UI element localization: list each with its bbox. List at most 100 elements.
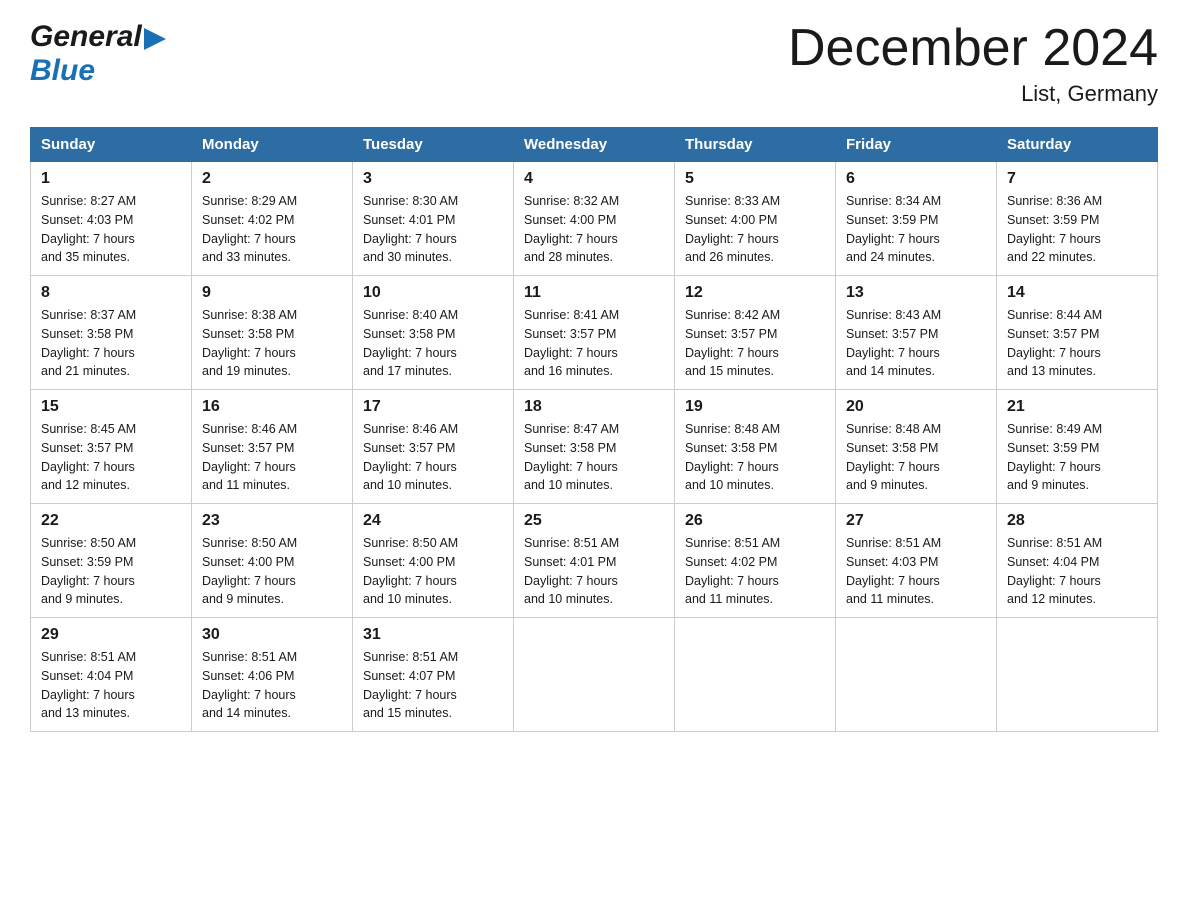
day-info: Sunrise: 8:30 AMSunset: 4:01 PMDaylight:…	[363, 192, 503, 267]
day-info: Sunrise: 8:41 AMSunset: 3:57 PMDaylight:…	[524, 306, 664, 381]
day-info: Sunrise: 8:51 AMSunset: 4:04 PMDaylight:…	[1007, 534, 1147, 609]
calendar-title: December 2024	[788, 20, 1158, 77]
day-info: Sunrise: 8:37 AMSunset: 3:58 PMDaylight:…	[41, 306, 181, 381]
day-number: 19	[685, 398, 825, 416]
day-number: 24	[363, 512, 503, 530]
calendar-day-cell: 9Sunrise: 8:38 AMSunset: 3:58 PMDaylight…	[192, 276, 353, 390]
calendar-week-row: 1 Sunrise: 8:27 AMSunset: 4:03 PMDaylight…	[31, 162, 1158, 276]
day-info: Sunrise: 8:45 AMSunset: 3:57 PMDaylight:…	[41, 420, 181, 495]
day-number: 10	[363, 284, 503, 302]
day-number: 18	[524, 398, 664, 416]
calendar-empty-cell	[675, 618, 836, 732]
day-number: 29	[41, 626, 181, 644]
calendar-day-cell: 24 Sunrise: 8:50 AMSunset: 4:00 PMDayligh…	[353, 504, 514, 618]
calendar-empty-cell	[836, 618, 997, 732]
calendar-day-cell: 18 Sunrise: 8:47 AMSunset: 3:58 PMDayligh…	[514, 390, 675, 504]
day-number: 2	[202, 170, 342, 188]
day-info: Sunrise: 8:46 AMSunset: 3:57 PMDaylight:…	[202, 420, 342, 495]
calendar-day-cell: 2 Sunrise: 8:29 AMSunset: 4:02 PMDaylight…	[192, 162, 353, 276]
day-number: 28	[1007, 512, 1147, 530]
calendar-week-row: 29 Sunrise: 8:51 AMSunset: 4:04 PMDayligh…	[31, 618, 1158, 732]
day-info: Sunrise: 8:46 AMSunset: 3:57 PMDaylight:…	[363, 420, 503, 495]
day-number: 21	[1007, 398, 1147, 416]
calendar-day-cell: 15 Sunrise: 8:45 AMSunset: 3:57 PMDayligh…	[31, 390, 192, 504]
day-info: Sunrise: 8:51 AMSunset: 4:06 PMDaylight:…	[202, 648, 342, 723]
calendar-week-row: 15 Sunrise: 8:45 AMSunset: 3:57 PMDayligh…	[31, 390, 1158, 504]
header-monday: Monday	[192, 128, 353, 162]
calendar-day-cell: 25 Sunrise: 8:51 AMSunset: 4:01 PMDayligh…	[514, 504, 675, 618]
calendar-day-cell: 23 Sunrise: 8:50 AMSunset: 4:00 PMDayligh…	[192, 504, 353, 618]
calendar-day-cell: 21Sunrise: 8:49 AMSunset: 3:59 PMDayligh…	[997, 390, 1158, 504]
calendar-day-cell: 28 Sunrise: 8:51 AMSunset: 4:04 PMDayligh…	[997, 504, 1158, 618]
header-wednesday: Wednesday	[514, 128, 675, 162]
day-number: 17	[363, 398, 503, 416]
day-number: 11	[524, 284, 664, 302]
calendar-day-cell: 10 Sunrise: 8:40 AMSunset: 3:58 PMDayligh…	[353, 276, 514, 390]
calendar-subtitle: List, Germany	[788, 81, 1158, 107]
page-header: General Blue December 2024 List, Germany	[30, 20, 1158, 107]
calendar-day-cell: 31Sunrise: 8:51 AMSunset: 4:07 PMDayligh…	[353, 618, 514, 732]
day-info: Sunrise: 8:51 AMSunset: 4:01 PMDaylight:…	[524, 534, 664, 609]
calendar-day-cell: 27Sunrise: 8:51 AMSunset: 4:03 PMDayligh…	[836, 504, 997, 618]
day-info: Sunrise: 8:36 AMSunset: 3:59 PMDaylight:…	[1007, 192, 1147, 267]
day-info: Sunrise: 8:42 AMSunset: 3:57 PMDaylight:…	[685, 306, 825, 381]
day-info: Sunrise: 8:47 AMSunset: 3:58 PMDaylight:…	[524, 420, 664, 495]
calendar-title-block: December 2024 List, Germany	[788, 20, 1158, 107]
logo-arrow-icon	[144, 28, 166, 50]
header-thursday: Thursday	[675, 128, 836, 162]
day-number: 3	[363, 170, 503, 188]
header-sunday: Sunday	[31, 128, 192, 162]
day-number: 9	[202, 284, 342, 302]
day-number: 1	[41, 170, 181, 188]
day-number: 15	[41, 398, 181, 416]
day-info: Sunrise: 8:29 AMSunset: 4:02 PMDaylight:…	[202, 192, 342, 267]
day-info: Sunrise: 8:51 AMSunset: 4:03 PMDaylight:…	[846, 534, 986, 609]
day-number: 13	[846, 284, 986, 302]
calendar-day-cell: 11 Sunrise: 8:41 AMSunset: 3:57 PMDayligh…	[514, 276, 675, 390]
day-info: Sunrise: 8:51 AMSunset: 4:02 PMDaylight:…	[685, 534, 825, 609]
logo: General Blue	[30, 20, 166, 88]
day-info: Sunrise: 8:50 AMSunset: 4:00 PMDaylight:…	[363, 534, 503, 609]
day-number: 25	[524, 512, 664, 530]
day-number: 22	[41, 512, 181, 530]
day-info: Sunrise: 8:50 AMSunset: 4:00 PMDaylight:…	[202, 534, 342, 609]
calendar-day-cell: 5 Sunrise: 8:33 AMSunset: 4:00 PMDaylight…	[675, 162, 836, 276]
calendar-day-cell: 14Sunrise: 8:44 AMSunset: 3:57 PMDayligh…	[997, 276, 1158, 390]
day-info: Sunrise: 8:34 AMSunset: 3:59 PMDaylight:…	[846, 192, 986, 267]
header-tuesday: Tuesday	[353, 128, 514, 162]
calendar-day-cell: 22 Sunrise: 8:50 AMSunset: 3:59 PMDayligh…	[31, 504, 192, 618]
calendar-header-row: SundayMondayTuesdayWednesdayThursdayFrid…	[31, 128, 1158, 162]
day-info: Sunrise: 8:43 AMSunset: 3:57 PMDaylight:…	[846, 306, 986, 381]
day-number: 31	[363, 626, 503, 644]
calendar-day-cell: 19Sunrise: 8:48 AMSunset: 3:58 PMDayligh…	[675, 390, 836, 504]
calendar-empty-cell	[997, 618, 1158, 732]
calendar-day-cell: 1 Sunrise: 8:27 AMSunset: 4:03 PMDaylight…	[31, 162, 192, 276]
day-info: Sunrise: 8:51 AMSunset: 4:04 PMDaylight:…	[41, 648, 181, 723]
calendar-week-row: 8 Sunrise: 8:37 AMSunset: 3:58 PMDaylight…	[31, 276, 1158, 390]
day-number: 7	[1007, 170, 1147, 188]
day-number: 12	[685, 284, 825, 302]
day-number: 8	[41, 284, 181, 302]
day-info: Sunrise: 8:48 AMSunset: 3:58 PMDaylight:…	[846, 420, 986, 495]
calendar-day-cell: 7 Sunrise: 8:36 AMSunset: 3:59 PMDaylight…	[997, 162, 1158, 276]
day-number: 5	[685, 170, 825, 188]
calendar-day-cell: 13 Sunrise: 8:43 AMSunset: 3:57 PMDayligh…	[836, 276, 997, 390]
header-friday: Friday	[836, 128, 997, 162]
calendar-day-cell: 30 Sunrise: 8:51 AMSunset: 4:06 PMDayligh…	[192, 618, 353, 732]
day-number: 30	[202, 626, 342, 644]
day-info: Sunrise: 8:32 AMSunset: 4:00 PMDaylight:…	[524, 192, 664, 267]
calendar-day-cell: 3 Sunrise: 8:30 AMSunset: 4:01 PMDaylight…	[353, 162, 514, 276]
calendar-day-cell: 17 Sunrise: 8:46 AMSunset: 3:57 PMDayligh…	[353, 390, 514, 504]
calendar-day-cell: 16 Sunrise: 8:46 AMSunset: 3:57 PMDayligh…	[192, 390, 353, 504]
calendar-day-cell: 26Sunrise: 8:51 AMSunset: 4:02 PMDayligh…	[675, 504, 836, 618]
day-info: Sunrise: 8:40 AMSunset: 3:58 PMDaylight:…	[363, 306, 503, 381]
day-number: 14	[1007, 284, 1147, 302]
day-number: 23	[202, 512, 342, 530]
day-info: Sunrise: 8:50 AMSunset: 3:59 PMDaylight:…	[41, 534, 181, 609]
calendar-day-cell: 8 Sunrise: 8:37 AMSunset: 3:58 PMDaylight…	[31, 276, 192, 390]
calendar-table: SundayMondayTuesdayWednesdayThursdayFrid…	[30, 127, 1158, 732]
day-number: 16	[202, 398, 342, 416]
logo-general-text: General	[30, 20, 142, 54]
day-info: Sunrise: 8:27 AMSunset: 4:03 PMDaylight:…	[41, 192, 181, 267]
day-info: Sunrise: 8:33 AMSunset: 4:00 PMDaylight:…	[685, 192, 825, 267]
